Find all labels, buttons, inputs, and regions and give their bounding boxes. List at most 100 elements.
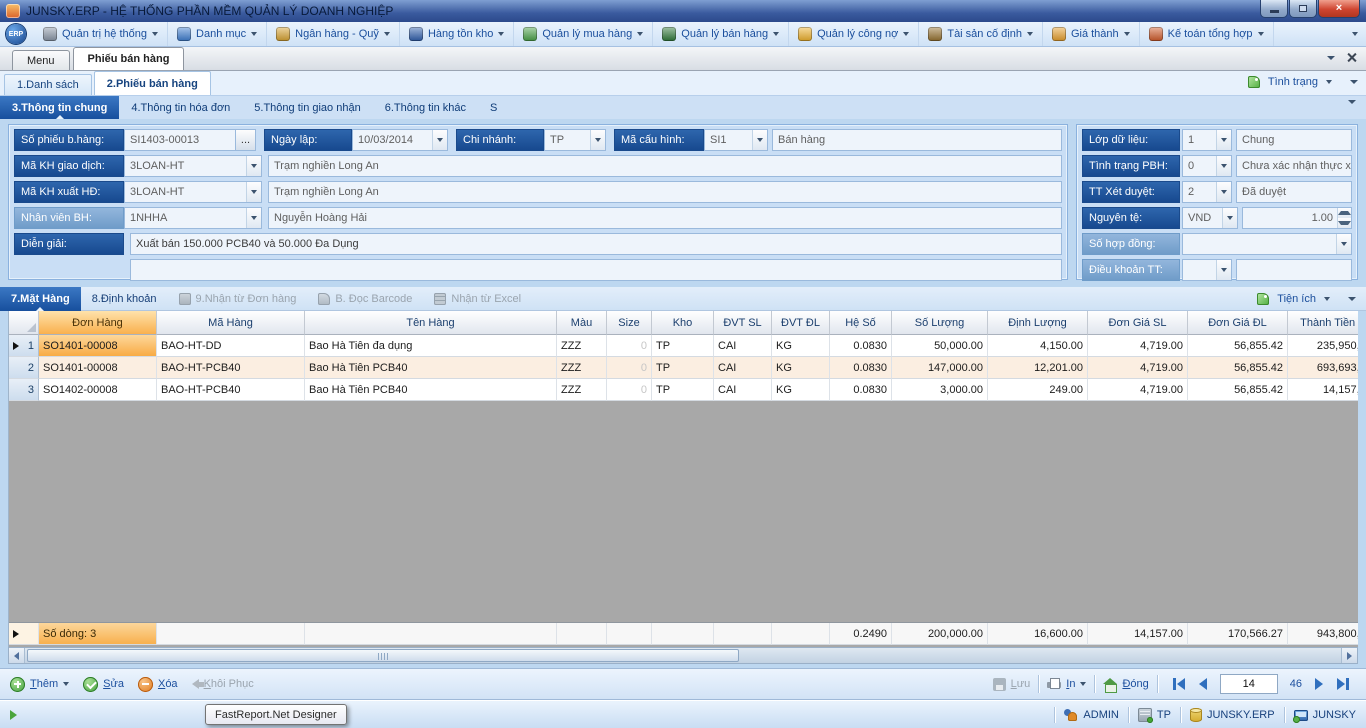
lop-du-lieu-combo[interactable]: 1 (1182, 129, 1232, 151)
grid-cell-don_gia_sl[interactable]: 4,719.00 (1088, 379, 1188, 401)
tinh-trang-pbh-combo[interactable]: 0 (1182, 155, 1232, 177)
menu-item-quan-ly-ban-hang[interactable]: Quản lý bán hàng (653, 22, 789, 46)
menu-item-ngan-hang-quy[interactable]: Ngân hàng - Quỹ (267, 22, 400, 46)
grid-cell-don_gia_sl[interactable]: 4,719.00 (1088, 357, 1188, 379)
edit-button[interactable]: Sửa (83, 677, 124, 692)
grid-column-header-he_so[interactable]: Hệ Số (830, 311, 892, 335)
grid-column-header-so_luong[interactable]: Số Lượng (892, 311, 988, 335)
status-button-label[interactable]: Tình trạng (1268, 76, 1318, 88)
close-form-button[interactable]: Đóng (1103, 678, 1148, 691)
nguyen-te-combo[interactable]: VND (1182, 207, 1238, 229)
grid-column-header-dvt_sl[interactable]: ĐVT SL (714, 311, 772, 335)
lop-du-lieu-desc-field[interactable]: Chung (1236, 129, 1352, 151)
menubar-overflow-button[interactable] (1352, 32, 1362, 36)
dien-giai-field[interactable]: Xuất bán 150.000 PCB40 và 50.000 Đa Dụng (130, 233, 1062, 255)
first-record-button[interactable] (1173, 678, 1185, 690)
grid-tab-mat-hang[interactable]: 7.Mặt Hàng (0, 287, 81, 311)
so-hop-dong-combo[interactable] (1182, 233, 1352, 255)
nhan-vien-bh-desc-field[interactable]: Nguyễn Hoàng Hải (268, 207, 1062, 229)
grid-column-header-don_gia_sl[interactable]: Đơn Giá SL (1088, 311, 1188, 335)
restore-button[interactable] (1289, 0, 1317, 18)
grid-column-header-thanh_tien[interactable]: Thành Tiền (N (1288, 311, 1358, 335)
grid-corner-cell[interactable] (9, 311, 39, 335)
grid-cell-don_hang[interactable]: SO1402-00008 (39, 379, 157, 401)
scroll-right-button[interactable] (1341, 648, 1357, 663)
delete-button[interactable]: Xóa (138, 677, 178, 692)
statusbar-item-branch[interactable]: TP (1138, 708, 1171, 722)
menu-item-quan-ly-cong-no[interactable]: Quản lý công nợ (789, 22, 919, 46)
page-input[interactable]: 14 (1220, 674, 1278, 694)
ma-cau-hinh-desc-field[interactable]: Bán hàng (772, 129, 1062, 151)
grid-cell-kho[interactable]: TP (652, 379, 714, 401)
grid-cell-don_hang[interactable]: SO1401-00008 (39, 357, 157, 379)
dien-giai-field-2[interactable] (130, 259, 1062, 281)
chi-nhanh-combo[interactable]: TP (544, 129, 606, 151)
grid-column-header-don_gia_dl[interactable]: Đơn Giá ĐL (1188, 311, 1288, 335)
nguyen-te-rate-field[interactable]: 1.00 (1242, 207, 1352, 229)
grid-cell-dinh_luong[interactable]: 12,201.00 (988, 357, 1088, 379)
close-window-button[interactable]: × (1318, 0, 1360, 18)
menu-item-quan-ly-mua-hang[interactable]: Quản lý mua hàng (514, 22, 653, 46)
grid-cell-ten_hang[interactable]: Bao Hà Tiên PCB40 (305, 357, 557, 379)
grid-cell-ma_hang[interactable]: BAO-HT-PCB40 (157, 379, 305, 401)
grid-cell-dvt_dl[interactable]: KG (772, 357, 830, 379)
add-button[interactable]: Thêm (10, 677, 69, 692)
ma-kh-giao-dich-desc-field[interactable]: Trạm nghiền Long An (268, 155, 1062, 177)
nhan-vien-bh-combo[interactable]: 1NHHA (124, 207, 262, 229)
grid-cell-dvt_sl[interactable]: CAI (714, 357, 772, 379)
tab-phieu-ban-hang-detail[interactable]: 2.Phiếu bán hàng (94, 71, 211, 95)
grid-row-header[interactable]: 1 (9, 335, 39, 357)
close-tab-icon[interactable] (1347, 53, 1356, 62)
grid-cell-size[interactable]: 0 (607, 379, 652, 401)
grid-cell-mau[interactable]: ZZZ (557, 357, 607, 379)
section-overflow-icon[interactable] (1348, 100, 1356, 116)
tab-s[interactable]: S (478, 96, 509, 119)
tt-xet-duyet-combo[interactable]: 2 (1182, 181, 1232, 203)
tt-xet-duyet-desc-field[interactable]: Đã duyệt (1236, 181, 1352, 203)
utilities-button-label[interactable]: Tiện ích (1277, 293, 1316, 305)
scrollbar-thumb[interactable] (27, 649, 739, 662)
grid-row-header[interactable]: 3 (9, 379, 39, 401)
grid-cell-dvt_dl[interactable]: KG (772, 379, 830, 401)
grid-column-header-ten_hang[interactable]: Tên Hàng (305, 311, 557, 335)
grid-horizontal-scrollbar[interactable] (8, 647, 1358, 664)
last-record-button[interactable] (1337, 678, 1349, 690)
scroll-left-button[interactable] (9, 648, 25, 663)
menu-item-danh-muc[interactable]: Danh mục (168, 22, 267, 46)
ma-kh-xuat-hd-combo[interactable]: 3LOAN-HT (124, 181, 262, 203)
grid-column-header-kho[interactable]: Kho (652, 311, 714, 335)
grid-cell-dinh_luong[interactable]: 249.00 (988, 379, 1088, 401)
grid-cell-so_luong[interactable]: 147,000.00 (892, 357, 988, 379)
grid-cell-size[interactable]: 0 (607, 357, 652, 379)
erp-logo[interactable]: ERP (6, 24, 26, 44)
menu-item-ke-toan-tong-hop[interactable]: Kế toán tổng hợp (1140, 22, 1274, 46)
utilities-dropdown-icon[interactable] (1324, 297, 1330, 301)
ma-cau-hinh-combo[interactable]: SI1 (704, 129, 768, 151)
statusbar-item-connection[interactable]: JUNSKY (1294, 708, 1356, 721)
tab-phieu-ban-hang[interactable]: Phiếu bán hàng (73, 47, 185, 70)
so-phieu-browse-button[interactable]: ... (236, 129, 256, 151)
grid-column-header-dinh_luong[interactable]: Định Lượng (988, 311, 1088, 335)
menu-item-gia-thanh[interactable]: Giá thành (1043, 22, 1140, 46)
grid-cell-ma_hang[interactable]: BAO-HT-PCB40 (157, 357, 305, 379)
grid-column-header-ma_hang[interactable]: Mã Hàng (157, 311, 305, 335)
grid-cell-thanh_tien[interactable]: 235,950,000 (1288, 335, 1358, 357)
grid-cell-thanh_tien[interactable]: 693,693,000 (1288, 357, 1358, 379)
grid-cell-don_gia_dl[interactable]: 56,855.42 (1188, 379, 1288, 401)
dieu-khoan-tt-combo[interactable] (1182, 259, 1232, 281)
grid-column-header-don_hang[interactable]: Đơn Hàng (39, 311, 157, 335)
rate-spinner[interactable] (1337, 208, 1351, 228)
so-phieu-field[interactable]: SI1403-00013 (124, 129, 236, 151)
grid-cell-don_gia_dl[interactable]: 56,855.42 (1188, 335, 1288, 357)
grid-cell-so_luong[interactable]: 3,000.00 (892, 379, 988, 401)
grid-cell-he_so[interactable]: 0.0830 (830, 335, 892, 357)
grid-cell-kho[interactable]: TP (652, 357, 714, 379)
tab-thong-tin-khac[interactable]: 6.Thông tin khác (373, 96, 478, 119)
grid-cell-dvt_sl[interactable]: CAI (714, 335, 772, 357)
ma-kh-xuat-hd-desc-field[interactable]: Trạm nghiền Long An (268, 181, 1062, 203)
tab-danh-sach[interactable]: 1.Danh sách (4, 74, 92, 95)
tinh-trang-pbh-desc-field[interactable]: Chưa xác nhận thực x (1236, 155, 1352, 177)
dieu-khoan-tt-desc-field[interactable] (1236, 259, 1352, 281)
grid-cell-he_so[interactable]: 0.0830 (830, 357, 892, 379)
grid-cell-ten_hang[interactable]: Bao Hà Tiên đa dụng (305, 335, 557, 357)
